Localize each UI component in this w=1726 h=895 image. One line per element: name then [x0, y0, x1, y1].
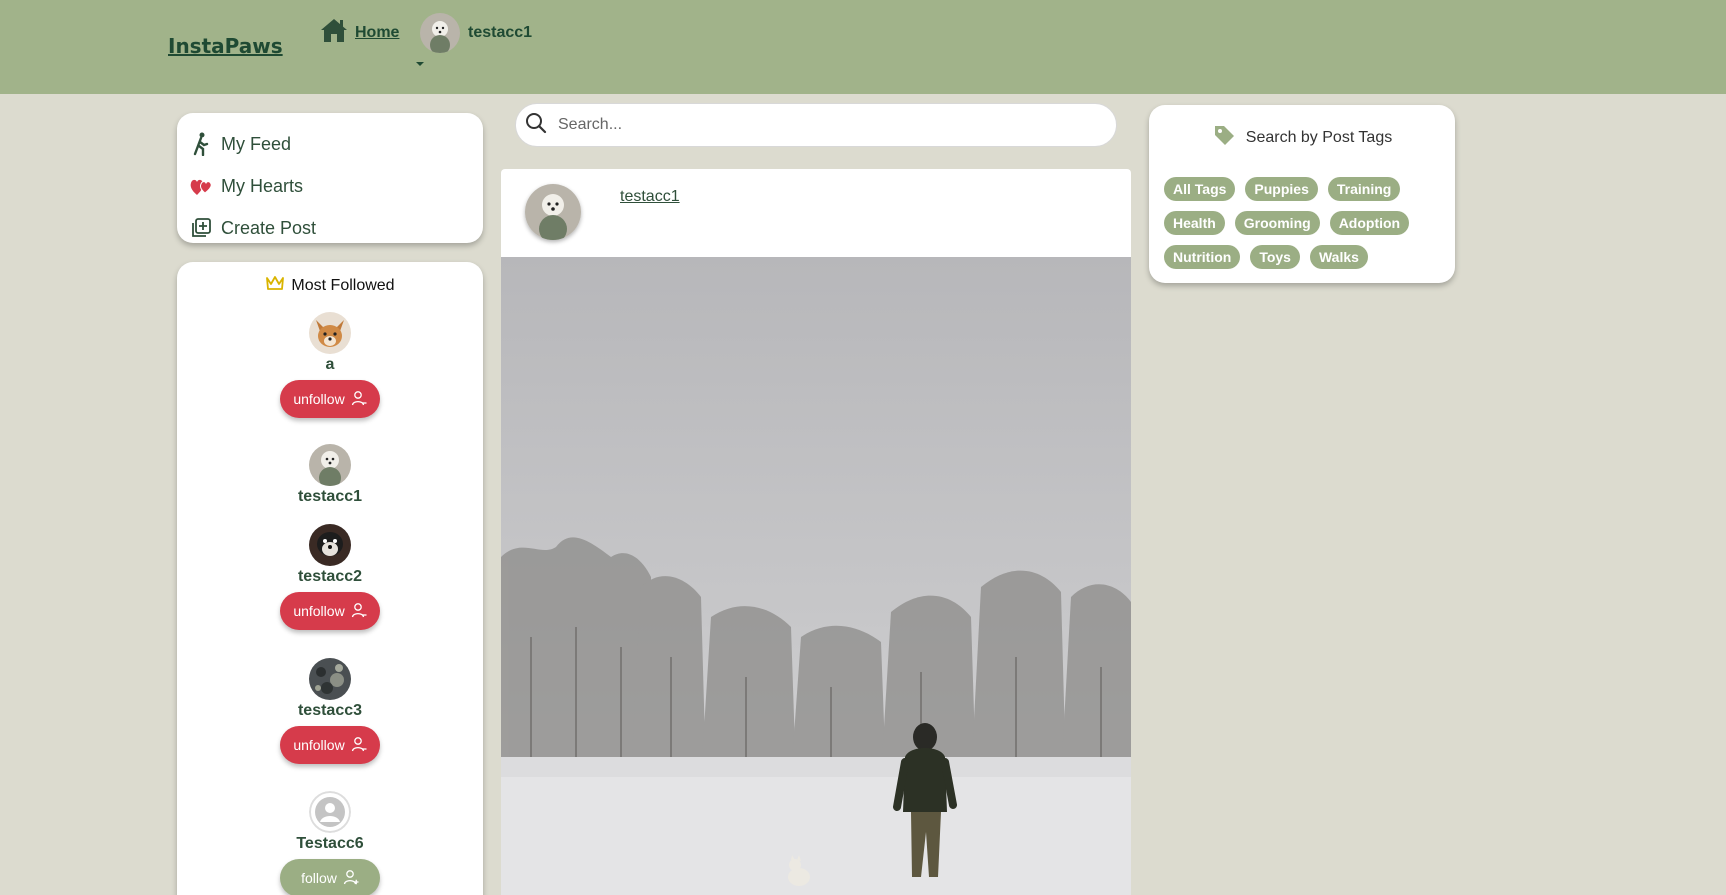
- avatar: [420, 13, 460, 53]
- top-navbar: InstaPaws Home testacc1: [0, 0, 1726, 94]
- add-user-icon: [343, 869, 359, 888]
- avatar[interactable]: [309, 444, 351, 486]
- remove-user-icon: [351, 390, 367, 409]
- brand-logo[interactable]: InstaPaws: [168, 34, 283, 58]
- remove-user-icon: [351, 602, 367, 621]
- sidebar-item-my-feed[interactable]: My Feed: [189, 123, 471, 165]
- most-followed-title: Most Followed: [177, 274, 483, 297]
- sidebar-item-create-post[interactable]: Create Post: [189, 207, 471, 249]
- walking-person-icon: [189, 132, 213, 156]
- user-name[interactable]: a: [326, 356, 335, 374]
- user-name[interactable]: testacc1: [298, 488, 362, 506]
- avatar[interactable]: [309, 524, 351, 566]
- avatar[interactable]: [309, 658, 351, 700]
- remove-user-icon: [351, 736, 367, 755]
- hearts-icon: [189, 174, 213, 198]
- tags-title: Search by Post Tags: [1149, 123, 1455, 152]
- avatar[interactable]: [525, 184, 581, 240]
- nav-username: testacc1: [468, 24, 533, 41]
- tag-chip[interactable]: Puppies: [1245, 177, 1318, 201]
- sidebar-item-my-hearts[interactable]: My Hearts: [189, 165, 471, 207]
- tag-chip[interactable]: Toys: [1250, 245, 1300, 269]
- tag-chip[interactable]: All Tags: [1164, 177, 1236, 201]
- chevron-down-icon[interactable]: [416, 62, 424, 66]
- list-item: testacc2 unfollow: [177, 524, 483, 630]
- avatar[interactable]: [309, 312, 351, 354]
- user-name[interactable]: testacc2: [298, 568, 362, 586]
- tag-chip[interactable]: Adoption: [1329, 211, 1410, 235]
- unfollow-button[interactable]: unfollow: [280, 726, 380, 764]
- home-label: Home: [355, 23, 400, 41]
- sidebar-item-label: Create Post: [221, 217, 317, 238]
- post-header: testacc1: [501, 169, 1131, 257]
- crown-icon: [265, 274, 285, 297]
- post-card: testacc1: [501, 169, 1131, 895]
- most-followed-panel: Most Followed a unfollow testacc1 testac…: [177, 262, 483, 895]
- tag-chip[interactable]: Health: [1164, 211, 1225, 235]
- tag-chip[interactable]: Training: [1327, 177, 1401, 201]
- list-item: a unfollow: [177, 312, 483, 418]
- home-link[interactable]: Home: [319, 17, 399, 48]
- add-post-icon: [189, 216, 213, 240]
- user-name[interactable]: testacc3: [298, 702, 362, 720]
- post-image[interactable]: [501, 257, 1131, 895]
- unfollow-button[interactable]: unfollow: [280, 380, 380, 418]
- post-author-link[interactable]: testacc1: [620, 188, 680, 206]
- avatar[interactable]: [309, 791, 351, 833]
- tags-panel: Search by Post Tags All Tags Puppies Tra…: [1149, 105, 1455, 283]
- search-bar: [515, 103, 1117, 147]
- user-name[interactable]: Testacc6: [296, 835, 363, 853]
- tag-chip[interactable]: Grooming: [1234, 211, 1320, 235]
- search-icon: [524, 111, 548, 140]
- tag-list: All Tags Puppies Training Health Groomin…: [1164, 177, 1444, 269]
- list-item: Testacc6 follow: [177, 791, 483, 895]
- unfollow-button[interactable]: unfollow: [280, 592, 380, 630]
- user-menu[interactable]: testacc1: [420, 13, 532, 53]
- sidebar-item-label: My Feed: [221, 133, 292, 154]
- tag-icon: [1212, 123, 1236, 152]
- sidebar-menu: My Feed My Hearts Create Post: [177, 113, 483, 243]
- tag-chip[interactable]: Walks: [1309, 245, 1368, 269]
- tag-chip[interactable]: Nutrition: [1164, 245, 1241, 269]
- search-input[interactable]: [558, 116, 1078, 134]
- home-icon: [319, 17, 349, 48]
- sidebar-item-label: My Hearts: [221, 175, 304, 196]
- follow-button[interactable]: follow: [280, 859, 380, 895]
- list-item: testacc1: [177, 444, 483, 506]
- list-item: testacc3 unfollow: [177, 658, 483, 764]
